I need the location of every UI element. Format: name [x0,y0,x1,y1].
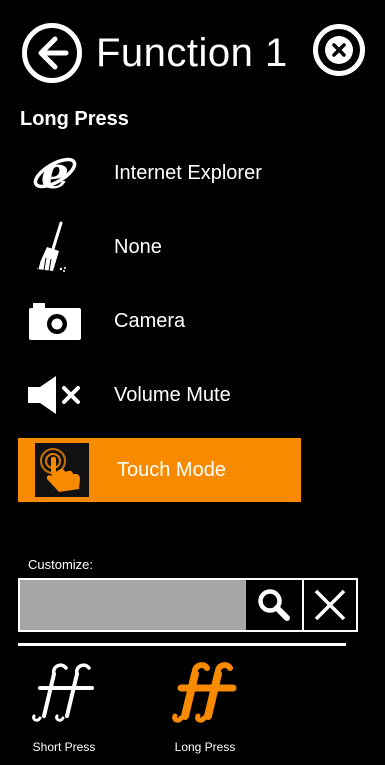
option-camera[interactable]: Camera [18,290,301,352]
tab-long-press[interactable]: Long Press [165,658,245,758]
option-touch-mode[interactable]: Touch Mode [18,438,301,502]
customize-label: Customize: [28,557,94,572]
clear-button[interactable] [302,580,356,630]
option-label: Camera [114,309,186,332]
search-button[interactable] [246,580,302,630]
option-label: Internet Explorer [114,161,262,184]
option-label: None [114,235,162,258]
customize-input[interactable] [20,580,246,630]
close-circle-icon [325,36,353,64]
function-config-panel: Function 1 Long Press e Internet Explore… [0,0,385,765]
section-label: Long Press [20,108,129,130]
customize-search-bar [18,578,358,632]
search-icon [258,589,290,621]
touch-hand-icon [33,441,91,499]
internet-explorer-icon: e [22,142,88,204]
divider [18,643,346,646]
page-title: Function 1 [96,31,288,75]
header: Function 1 [22,18,367,88]
clear-x-icon [314,589,346,621]
option-list: e Internet Explorer None Camera Volume M… [18,142,301,514]
ff-short-press-icon [32,663,94,722]
broom-icon [22,216,88,278]
option-none[interactable]: None [18,216,301,278]
tab-short-press[interactable]: Short Press [24,658,104,758]
tab-label: Long Press [174,740,236,754]
back-button[interactable] [22,23,82,83]
arrow-left-circle-icon [38,36,69,70]
option-volume-mute[interactable]: Volume Mute [18,364,301,426]
option-label: Volume Mute [114,383,231,406]
tab-label: Short Press [32,740,96,754]
volume-mute-icon [22,364,88,426]
option-internet-explorer[interactable]: e Internet Explorer [18,142,301,204]
close-button[interactable] [313,24,365,76]
option-label: Touch Mode [117,458,226,481]
camera-icon [22,290,88,352]
ff-long-press-icon [172,662,237,723]
svg-text:e: e [41,149,69,197]
